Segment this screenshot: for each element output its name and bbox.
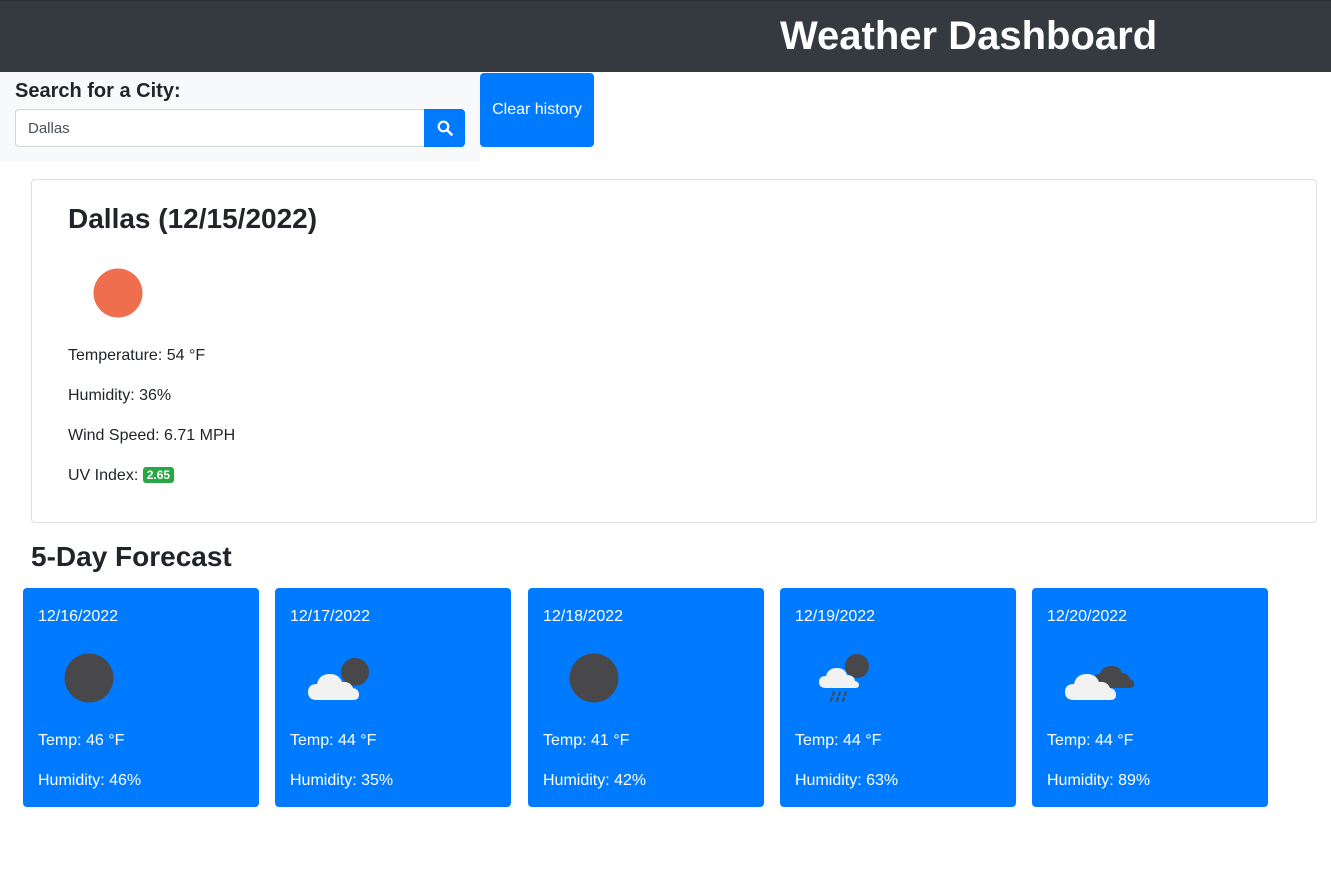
page-header: Weather Dashboard [0, 0, 1331, 72]
current-uv-index: UV Index: 2.65 [68, 466, 175, 486]
forecast-heading: 5-Day Forecast [31, 541, 232, 572]
search-label: Search for a City: [15, 80, 181, 102]
forecast-temp: Temp: 44 °F [290, 732, 377, 749]
forecast-card: 12/17/2022 Temp: 44 °F Humidity: 35% [275, 588, 511, 807]
uv-index-label: UV Index: [68, 467, 143, 484]
forecast-date: 12/17/2022 [290, 608, 371, 625]
forecast-date: 12/19/2022 [795, 608, 876, 625]
search-icon [437, 120, 453, 136]
forecast-card: 12/20/2022 Temp: 44 °F Humidity: 89% [1032, 588, 1268, 807]
forecast-temp: Temp: 44 °F [1047, 732, 1134, 749]
forecast-humidity: Humidity: 63% [795, 772, 899, 789]
broken-clouds-icon [1065, 666, 1134, 700]
forecast-humidity: Humidity: 46% [38, 772, 142, 789]
forecast-temp: Temp: 46 °F [38, 732, 125, 749]
current-humidity: Humidity: 36% [68, 387, 172, 404]
forecast-humidity: Humidity: 42% [543, 772, 647, 789]
forecast-date: 12/18/2022 [543, 608, 624, 625]
uv-index-badge: 2.65 [142, 467, 175, 483]
forecast-humidity: Humidity: 89% [1047, 772, 1151, 789]
search-panel: Search for a City: [0, 72, 480, 162]
forecast-humidity: Humidity: 35% [290, 772, 394, 789]
clear-history-button[interactable]: Clear history [480, 73, 594, 147]
clear-sky-sun-icon [93, 268, 143, 318]
forecast-card: 12/18/2022 Temp: 41 °F Humidity: 42% [528, 588, 764, 807]
current-wind-speed: Wind Speed: 6.71 MPH [68, 427, 236, 444]
clear-night-moon-icon [569, 653, 619, 703]
forecast-temp: Temp: 44 °F [795, 732, 882, 749]
clear-night-moon-icon [64, 653, 114, 703]
forecast-card: 12/16/2022 Temp: 46 °F Humidity: 46% [23, 588, 259, 807]
page-title: Weather Dashboard [780, 14, 1158, 58]
forecast-card: 12/19/2022 Temp: 44 °F Humidity: 63% [780, 588, 1016, 807]
current-weather-card: Dallas (12/15/2022) Temperature: 54 °F H… [31, 179, 1317, 523]
few-clouds-night-icon [308, 658, 369, 700]
search-button[interactable] [424, 109, 465, 147]
current-city-title: Dallas (12/15/2022) [68, 203, 318, 234]
forecast-date: 12/20/2022 [1047, 608, 1128, 625]
forecast-temp: Temp: 41 °F [543, 732, 630, 749]
rain-night-icon [819, 654, 869, 702]
forecast-date: 12/16/2022 [38, 608, 119, 625]
city-search-input[interactable] [15, 109, 424, 147]
current-temperature: Temperature: 54 °F [68, 347, 206, 364]
